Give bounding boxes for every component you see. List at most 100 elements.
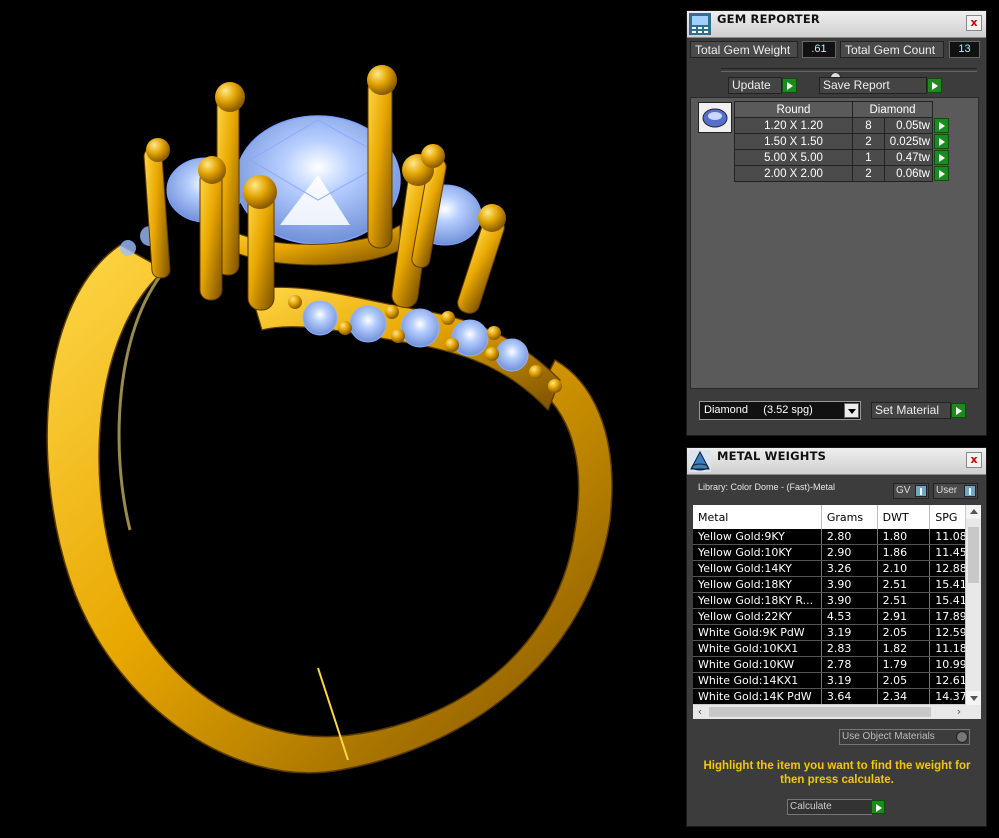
scroll-down-icon[interactable] — [966, 691, 981, 705]
dwt-cell: 2.34 — [877, 688, 931, 705]
gem-size: 1.20 X 1.20 — [734, 117, 853, 134]
vertical-scrollbar[interactable] — [965, 505, 981, 705]
dwt-column-header[interactable]: DWT — [877, 505, 931, 529]
scroll-right-icon[interactable]: › — [952, 705, 966, 719]
metal-name: Yellow Gold:10KY — [693, 544, 822, 561]
gem-weight: 0.06tw — [884, 165, 933, 182]
table-row[interactable]: Yellow Gold:14KY 3.26 2.10 12.88 — [693, 560, 981, 577]
divider — [721, 68, 977, 72]
gem-row[interactable]: 1.50 X 1.50 2 0.025tw — [734, 133, 949, 150]
metal-weights-titlebar[interactable]: METAL WEIGHTS x — [687, 448, 986, 475]
set-material-go-icon[interactable] — [951, 403, 966, 418]
scroll-up-icon[interactable] — [966, 505, 981, 519]
dwt-cell: 1.80 — [877, 529, 931, 545]
calculate-go-icon[interactable] — [871, 800, 885, 814]
metal-name: Yellow Gold:9KY — [693, 529, 822, 545]
table-row[interactable]: Yellow Gold:18KY R... 3.90 2.51 15.41 — [693, 592, 981, 609]
gv-toggle-label: GV — [896, 485, 911, 496]
gem-count: 2 — [852, 133, 885, 150]
metal-table: Metal Grams DWT SPG Yellow Gold:9KY 2.80 1… — [693, 505, 981, 719]
material-select[interactable]: Diamond (3.52 spg) — [699, 401, 861, 420]
metal-name: Yellow Gold:14KY — [693, 560, 822, 577]
gem-reporter-titlebar[interactable]: GEM REPORTER x — [687, 11, 986, 38]
metal-column-header[interactable]: Metal — [693, 505, 822, 529]
material-select-value: Diamond (3.52 spg) — [704, 404, 813, 416]
gem-reporter-panel: GEM REPORTER x Total Gem Weight .61 Tota… — [686, 10, 987, 436]
grams-cell: 3.90 — [821, 576, 878, 593]
metal-weights-title: METAL WEIGHTS — [717, 449, 827, 463]
grams-cell: 2.83 — [821, 640, 878, 657]
3d-viewport[interactable] — [0, 0, 680, 838]
save-report-go-icon[interactable] — [927, 78, 942, 93]
toggle-icon — [964, 485, 976, 497]
scroll-thumb[interactable] — [709, 707, 931, 717]
table-row[interactable]: White Gold:14KX1 3.19 2.05 12.61 — [693, 672, 981, 689]
metal-weights-close-button[interactable]: x — [966, 452, 982, 468]
gem-size: 5.00 X 5.00 — [734, 149, 853, 166]
gem-thumbnail[interactable] — [698, 102, 732, 133]
gem-row[interactable]: 5.00 X 5.00 1 0.47tw — [734, 149, 949, 166]
gem-shape-header: Round — [734, 101, 853, 118]
calculate-label: Calculate — [790, 801, 832, 812]
dwt-cell: 1.82 — [877, 640, 931, 657]
gem-row-go-icon[interactable] — [934, 133, 949, 149]
grams-cell: 3.26 — [821, 560, 878, 577]
table-row[interactable]: White Gold:10KW 2.78 1.79 10.99 — [693, 656, 981, 673]
grams-cell: 3.19 — [821, 672, 878, 689]
table-row[interactable]: Yellow Gold:9KY 2.80 1.80 11.08 — [693, 529, 981, 545]
table-row[interactable]: Yellow Gold:18KY 3.90 2.51 15.41 — [693, 576, 981, 593]
pyramid-icon — [689, 450, 711, 472]
gem-row-go-icon[interactable] — [934, 117, 949, 133]
user-toggle-label: User — [936, 485, 958, 496]
gem-weight: 0.025tw — [884, 133, 933, 150]
dwt-cell: 2.05 — [877, 624, 931, 641]
gem-material-header: Diamond — [852, 101, 933, 118]
gem-list-area: Round Diamond 1.20 X 1.20 8 0.05tw 1.50 … — [690, 97, 979, 389]
use-object-materials-toggle[interactable]: Use Object Materials — [839, 729, 970, 745]
update-go-icon[interactable] — [782, 78, 797, 93]
dwt-cell: 2.91 — [877, 608, 931, 625]
total-gem-count-value: 13 — [949, 41, 980, 58]
grams-cell: 3.64 — [821, 688, 878, 705]
metal-name: Yellow Gold:22KY — [693, 608, 822, 625]
gv-toggle[interactable]: GV — [893, 483, 929, 499]
metal-name: White Gold:10KW — [693, 656, 822, 673]
gem-reporter-close-button[interactable]: x — [966, 15, 982, 31]
chevron-down-icon[interactable] — [844, 403, 859, 418]
grams-cell: 3.19 — [821, 624, 878, 641]
dwt-cell: 2.05 — [877, 672, 931, 689]
scroll-left-icon[interactable]: ‹ — [693, 705, 707, 719]
library-label: Library: Color Dome - (Fast)-Metal — [698, 482, 836, 492]
calculate-button[interactable]: Calculate — [787, 799, 872, 815]
table-row[interactable]: White Gold:10KX1 2.83 1.82 11.18 — [693, 640, 981, 657]
total-gem-weight-value: .61 — [802, 41, 836, 58]
dwt-cell: 1.79 — [877, 656, 931, 673]
gem-row[interactable]: 2.00 X 2.00 2 0.06tw — [734, 165, 949, 182]
grams-cell: 2.90 — [821, 544, 878, 561]
scroll-thumb[interactable] — [968, 527, 979, 583]
table-row[interactable]: White Gold:14K PdW 3.64 2.34 14.37 — [693, 688, 981, 705]
table-row[interactable]: Yellow Gold:22KY 4.53 2.91 17.89 — [693, 608, 981, 625]
gem-row[interactable]: 1.20 X 1.20 8 0.05tw — [734, 117, 949, 134]
scroll-corner — [966, 705, 981, 719]
dwt-cell: 2.51 — [877, 576, 931, 593]
grams-column-header[interactable]: Grams — [821, 505, 878, 529]
update-button[interactable]: Update — [728, 77, 782, 94]
set-material-button[interactable]: Set Material — [871, 402, 951, 419]
metal-weights-panel: METAL WEIGHTS x Library: Color Dome - (F… — [686, 447, 987, 827]
metal-name: White Gold:14KX1 — [693, 672, 822, 689]
gem-size: 1.50 X 1.50 — [734, 133, 853, 150]
gem-count: 8 — [852, 117, 885, 134]
gem-row-go-icon[interactable] — [934, 165, 949, 181]
user-toggle[interactable]: User — [933, 483, 978, 499]
gem-table: Round Diamond 1.20 X 1.20 8 0.05tw 1.50 … — [734, 101, 949, 182]
table-row[interactable]: White Gold:9K PdW 3.19 2.05 12.59 — [693, 624, 981, 641]
grams-cell: 2.78 — [821, 656, 878, 673]
table-row[interactable]: Yellow Gold:10KY 2.90 1.86 11.45 — [693, 544, 981, 561]
gem-row-go-icon[interactable] — [934, 149, 949, 165]
save-report-button[interactable]: Save Report — [819, 77, 927, 94]
grams-cell: 3.90 — [821, 592, 878, 609]
horizontal-scrollbar[interactable]: ‹ › — [693, 704, 966, 719]
gem-count: 1 — [852, 149, 885, 166]
round-gem-icon — [702, 108, 728, 128]
